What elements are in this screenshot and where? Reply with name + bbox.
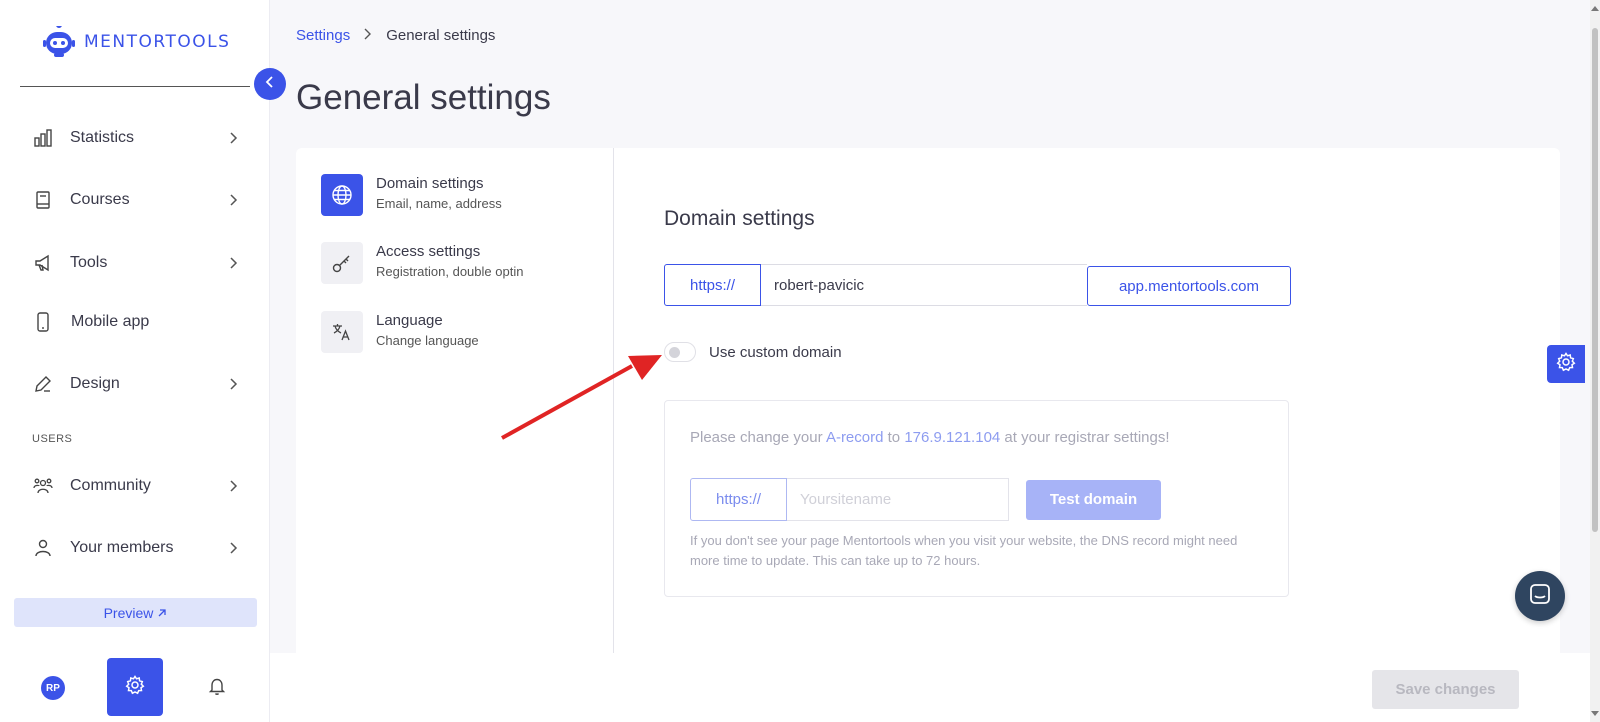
card-divider — [613, 148, 614, 653]
sidebar-item-label: Tools — [70, 254, 108, 271]
dns-notice-text: to — [883, 429, 905, 446]
floating-settings-button[interactable] — [1547, 345, 1585, 383]
phone-icon — [32, 311, 54, 333]
chevron-right-icon — [228, 132, 240, 144]
brand-name: MENTORTOOLS — [84, 32, 231, 52]
domain-prefix: https:// — [664, 264, 761, 306]
sidebar-item-community[interactable]: Community — [32, 470, 240, 502]
logo-divider — [20, 86, 250, 87]
domain-suffix: app.mentortools.com — [1087, 266, 1291, 306]
breadcrumb-current: General settings — [386, 27, 496, 44]
sidebar-item-label: Courses — [70, 191, 130, 208]
gear-icon — [125, 674, 145, 700]
chevron-left-icon — [265, 75, 275, 94]
preview-button[interactable]: Preview — [14, 598, 257, 627]
sidebar-item-your-members[interactable]: Your members — [32, 532, 240, 564]
settings-nav-domain[interactable]: Domain settings Email, name, address — [321, 174, 502, 216]
chevron-right-icon — [228, 257, 240, 269]
a-record-link[interactable]: A-record — [826, 429, 884, 446]
custom-domain-row: https:// Test domain — [690, 478, 1161, 521]
key-icon — [321, 242, 363, 284]
megaphone-icon — [32, 252, 54, 274]
scroll-down-icon[interactable] — [1591, 710, 1599, 718]
chat-icon — [1528, 582, 1552, 611]
settings-nav-title: Language — [376, 312, 443, 329]
settings-nav-language[interactable]: Language Change language — [321, 311, 479, 353]
chevron-right-icon — [228, 480, 240, 492]
brand-logo[interactable]: MENTORTOOLS — [42, 26, 230, 58]
dns-notice-text: at your registrar settings! — [1000, 429, 1170, 446]
settings-nav-access[interactable]: Access settings Registration, double opt… — [321, 242, 523, 284]
collapse-sidebar-button[interactable] — [254, 68, 286, 100]
notifications-button[interactable] — [205, 676, 229, 700]
custom-domain-toggle-row[interactable]: Use custom domain — [664, 342, 842, 362]
custom-domain-toggle[interactable] — [664, 342, 696, 362]
sidebar-item-mobile-app[interactable]: Mobile app — [32, 306, 240, 338]
book-icon — [32, 189, 54, 211]
chat-widget-button[interactable] — [1515, 571, 1565, 621]
bell-icon — [207, 676, 227, 701]
community-icon — [32, 475, 54, 497]
scroll-up-icon[interactable] — [1591, 4, 1599, 12]
settings-nav-subtitle: Change language — [376, 333, 479, 348]
breadcrumb-settings-link[interactable]: Settings — [296, 27, 350, 44]
toggle-knob — [669, 347, 680, 358]
pencil-icon — [32, 373, 54, 395]
bar-chart-icon — [32, 127, 54, 149]
sidebar-item-label: Your members — [70, 539, 174, 556]
settings-nav-subtitle: Email, name, address — [376, 196, 502, 211]
translate-icon — [321, 311, 363, 353]
test-domain-button[interactable]: Test domain — [1026, 479, 1161, 520]
chevron-right-icon — [228, 194, 240, 206]
globe-icon — [321, 174, 363, 216]
dns-notice-text: Please change your — [690, 429, 826, 446]
subdomain-input[interactable] — [761, 264, 1087, 306]
page-scrollbar[interactable] — [1590, 0, 1600, 722]
domain-section-title: Domain settings — [664, 207, 815, 230]
dns-help-text: If you don't see your page Mentortools w… — [690, 533, 1238, 568]
save-changes-button[interactable]: Save changes — [1372, 670, 1519, 709]
chevron-right-icon — [228, 378, 240, 390]
domain-row: https:// app.mentortools.com — [664, 264, 1291, 306]
custom-domain-label: Use custom domain — [709, 343, 842, 361]
user-icon — [32, 537, 54, 559]
robot-logo-icon — [43, 26, 75, 57]
gear-icon — [1556, 351, 1576, 377]
dns-settings-box: Please change your A-record to 176.9.121… — [664, 400, 1289, 597]
avatar[interactable]: RP — [41, 676, 65, 700]
chevron-right-icon — [364, 27, 372, 44]
sidebar-item-courses[interactable]: Courses — [32, 184, 240, 216]
dns-ip-address: 176.9.121.104 — [904, 429, 1001, 446]
scrollbar-thumb[interactable] — [1592, 28, 1598, 532]
users-section-label: USERS — [32, 433, 73, 445]
chevron-right-icon — [228, 542, 240, 554]
page-title: General settings — [296, 78, 551, 117]
breadcrumb: Settings General settings — [296, 27, 495, 44]
sidebar-item-label: Mobile app — [71, 313, 150, 330]
external-link-icon — [157, 605, 167, 621]
custom-domain-prefix: https:// — [690, 478, 787, 521]
settings-nav-subtitle: Registration, double optin — [376, 264, 524, 279]
sidebar-item-label: Design — [70, 375, 120, 392]
settings-nav-title: Domain settings — [376, 175, 484, 192]
sidebar-item-tools[interactable]: Tools — [32, 247, 240, 279]
settings-button[interactable] — [107, 658, 163, 716]
settings-nav-title: Access settings — [376, 243, 481, 260]
custom-domain-input[interactable] — [787, 478, 1009, 521]
sidebar-item-design[interactable]: Design — [32, 368, 240, 400]
sidebar: MENTORTOOLS Statistics Courses Tools Mob… — [0, 0, 270, 722]
sidebar-item-statistics[interactable]: Statistics — [32, 122, 240, 154]
dns-notice: Please change your A-record to 176.9.121… — [690, 429, 1170, 446]
preview-label: Preview — [103, 604, 154, 621]
sidebar-item-label: Community — [70, 477, 151, 494]
sidebar-item-label: Statistics — [70, 129, 135, 146]
